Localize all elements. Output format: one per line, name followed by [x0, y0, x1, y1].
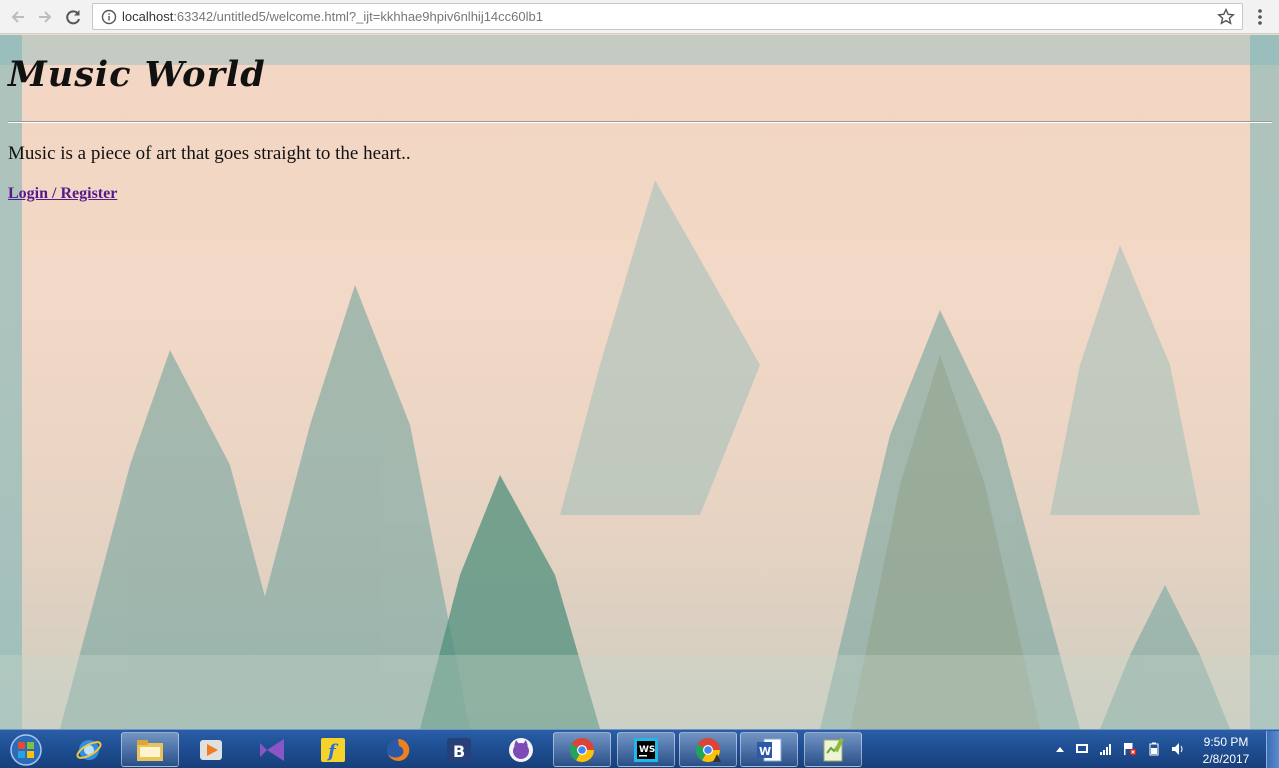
reload-button[interactable] [63, 7, 83, 27]
action-center-icon[interactable] [1075, 742, 1089, 756]
misty-forest-background [0, 35, 1279, 729]
url-host: localhost [122, 9, 174, 24]
url-text[interactable]: localhost:63342/untitled5/welcome.html?_… [122, 9, 543, 24]
back-button[interactable] [8, 7, 28, 27]
tagline-text: Music is a piece of art that goes straig… [8, 143, 411, 164]
address-bar[interactable]: localhost:63342/untitled5/welcome.html?_… [92, 3, 1243, 30]
volume-icon[interactable] [1171, 742, 1185, 756]
network-signal-icon[interactable] [1099, 742, 1113, 756]
windows-start-icon[interactable] [4, 731, 44, 768]
clock-time[interactable]: 9:50 PM [1196, 735, 1256, 749]
url-path: :63342/untitled5/welcome.html?_ijt=kkhha… [173, 9, 543, 24]
show-hidden-icons-icon[interactable] [1053, 742, 1067, 756]
booking-icon[interactable]: B [430, 732, 488, 767]
login-register-link[interactable]: Login / Register [8, 185, 117, 203]
media-player-icon[interactable] [182, 732, 240, 767]
word-icon[interactable]: W [740, 732, 798, 767]
page-viewport: Music World Music is a piece of art that… [0, 35, 1279, 729]
star-icon[interactable] [1216, 7, 1236, 27]
kebab-menu-icon[interactable] [1255, 7, 1265, 27]
flag-error-icon[interactable] [1123, 742, 1137, 756]
chrome-icon[interactable] [553, 732, 611, 767]
visual-studio-icon[interactable] [243, 732, 301, 767]
notepad-plus-plus-icon[interactable] [804, 732, 862, 767]
file-explorer-icon[interactable] [121, 732, 179, 767]
internet-explorer-icon[interactable] [60, 732, 118, 767]
page-title: Music World [8, 54, 266, 95]
svg-text:WS: WS [639, 745, 655, 755]
clock-date[interactable]: 2/8/2017 [1196, 752, 1256, 766]
webstorm-icon[interactable]: WS [617, 732, 675, 767]
github-desktop-icon[interactable] [492, 732, 550, 767]
flipkart-icon[interactable]: f [304, 732, 362, 767]
svg-text:B: B [453, 742, 465, 761]
firefox-icon[interactable] [369, 732, 427, 767]
chrome-canary-icon[interactable] [679, 732, 737, 767]
show-desktop-button[interactable] [1266, 731, 1279, 768]
forward-button[interactable] [35, 7, 55, 27]
battery-icon[interactable] [1147, 742, 1161, 756]
horizontal-rule [8, 121, 1272, 123]
svg-text:W: W [759, 745, 771, 758]
browser-toolbar: localhost:63342/untitled5/welcome.html?_… [0, 0, 1279, 34]
taskbar: f B WS W 9:50 PM 2/8/2017 [0, 729, 1279, 768]
info-icon[interactable] [101, 9, 117, 25]
